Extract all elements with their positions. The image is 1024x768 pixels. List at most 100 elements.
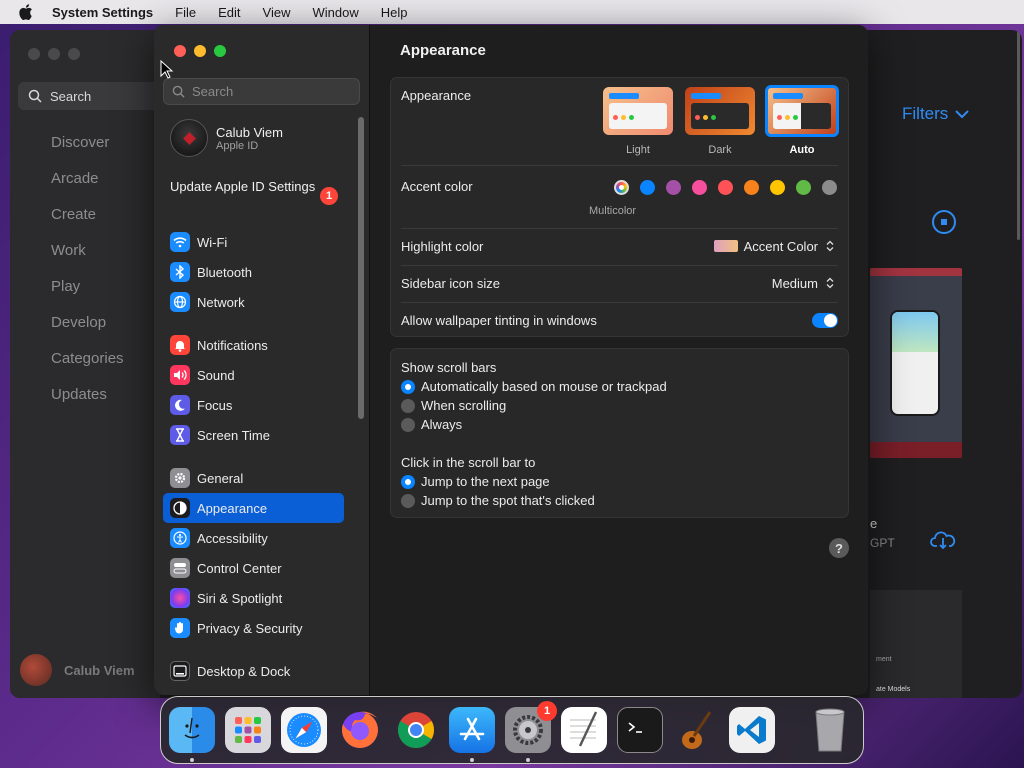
close-button[interactable] (174, 45, 186, 57)
sidebar-item-network[interactable]: Network (163, 287, 344, 317)
wallpaper-tinting-label: Allow wallpaper tinting in windows (401, 313, 597, 328)
sidebar-icon-size-value: Medium (771, 275, 818, 291)
sidebar-item-screen-time[interactable]: Screen Time (163, 420, 344, 450)
background-traffic-lights[interactable] (28, 48, 80, 60)
accent-swatch-orange[interactable] (744, 180, 759, 195)
highlight-color-popup[interactable]: Accent Color (713, 238, 836, 254)
background-nav-item[interactable]: Create (51, 206, 124, 242)
dock-finder[interactable] (169, 707, 215, 762)
sidebar-item-sound[interactable]: Sound (163, 360, 344, 390)
background-nav-item[interactable]: Work (51, 242, 124, 278)
menu-file[interactable]: File (164, 5, 207, 20)
radio-scroll-always[interactable]: Always (401, 417, 462, 432)
system-settings-window: Search Calub Viem Apple ID Update Apple … (154, 25, 868, 695)
sidebar-icon-size-label: Sidebar icon size (401, 276, 500, 291)
sidebar-item-bluetooth[interactable]: Bluetooth (163, 257, 344, 287)
sidebar-item-label: Privacy & Security (197, 620, 303, 636)
terminal-icon (628, 722, 642, 733)
accent-swatch-graphite[interactable] (822, 180, 837, 195)
wallpaper-tinting-toggle[interactable] (812, 313, 838, 328)
minimize-button[interactable] (194, 45, 206, 57)
background-user[interactable]: Calub Viem (20, 654, 135, 686)
highlight-color-value: Accent Color (743, 238, 818, 254)
dock-app-store[interactable] (449, 707, 495, 762)
background-scrollbar[interactable] (1017, 30, 1020, 240)
sidebar-item-label: Focus (197, 397, 233, 413)
accent-swatch-purple[interactable] (666, 180, 681, 195)
accent-swatch-pink[interactable] (692, 180, 707, 195)
click-scroll-bar-label: Click in the scroll bar to (401, 455, 536, 470)
sidebar-item-control-center[interactable]: Control Center (163, 553, 344, 583)
radio-button (401, 379, 415, 394)
radio-jump-next-page[interactable]: Jump to the next page (401, 474, 550, 489)
zoom-button[interactable] (214, 45, 226, 57)
hand-icon (170, 618, 190, 638)
sidebar-item-label: Desktop & Dock (197, 663, 291, 679)
sidebar-item-siri-spotlight[interactable]: Siri & Spotlight (163, 583, 344, 613)
help-button[interactable]: ? (829, 538, 849, 558)
apple-id-profile[interactable]: Calub Viem Apple ID (170, 119, 283, 157)
background-nav-item[interactable]: Develop (51, 314, 124, 350)
radio-button (401, 417, 415, 432)
appearance-dark-option[interactable] (685, 87, 755, 135)
sidebar-item-privacy-security[interactable]: Privacy & Security (163, 613, 344, 643)
stop-download-icon[interactable] (932, 210, 956, 234)
menu-window[interactable]: Window (301, 5, 369, 20)
radio-jump-to-spot[interactable]: Jump to the spot that's clicked (401, 493, 595, 508)
dock-vscode[interactable] (729, 707, 775, 753)
accent-swatch-multicolor[interactable] (614, 180, 629, 195)
radio-scroll-when-scrolling[interactable]: When scrolling (401, 398, 506, 413)
updown-chevron-icon (824, 275, 836, 291)
sidebar-scrollbar[interactable] (358, 117, 364, 419)
filters-button[interactable]: Filters (902, 104, 970, 124)
sidebar-item-notifications[interactable]: Notifications (163, 330, 344, 360)
background-search-field[interactable]: Search (18, 82, 168, 110)
background-nav-item[interactable]: Categories (51, 350, 124, 386)
sidebar-item-accessibility[interactable]: Accessibility (163, 523, 344, 553)
background-card[interactable]: ment ate Models (870, 590, 962, 698)
sidebar-item-focus[interactable]: Focus (163, 390, 344, 420)
dock-launchpad[interactable] (225, 707, 271, 753)
settings-sidebar: Search Calub Viem Apple ID Update Apple … (154, 25, 370, 695)
accessibility-icon (170, 528, 190, 548)
appearance-light-option[interactable] (603, 87, 673, 135)
update-apple-id-settings[interactable]: Update Apple ID Settings (170, 179, 340, 195)
sidebar-icon-size-popup[interactable]: Medium (772, 275, 836, 291)
sidebar-item-desktop-dock[interactable]: Desktop & Dock (163, 656, 344, 686)
menu-app-name[interactable]: System Settings (52, 5, 164, 20)
appearance-dark-label: Dark (708, 144, 732, 156)
app-screenshot-thumbnail (870, 268, 962, 458)
cloud-download-icon[interactable] (930, 530, 956, 553)
dock-safari[interactable] (281, 707, 327, 753)
dock-trash[interactable] (807, 707, 853, 753)
accent-swatch-yellow[interactable] (770, 180, 785, 195)
background-sidebar: Search Discover Arcade Create Work Play … (10, 30, 168, 698)
radio-scroll-automatic[interactable]: Automatically based on mouse or trackpad (401, 379, 667, 394)
background-nav-item[interactable]: Updates (51, 386, 124, 422)
appearance-auto-option[interactable] (765, 85, 839, 137)
sidebar-item-general[interactable]: General (163, 463, 344, 493)
sidebar-search-field[interactable]: Search (163, 78, 360, 105)
sidebar-item-appearance[interactable]: Appearance (163, 493, 344, 523)
dock-chrome[interactable] (393, 707, 439, 753)
accent-swatch-green[interactable] (796, 180, 811, 195)
background-nav: Discover Arcade Create Work Play Develop… (51, 134, 124, 422)
menu-help[interactable]: Help (370, 5, 419, 20)
sidebar-item-label: Bluetooth (197, 264, 252, 280)
menu-edit[interactable]: Edit (207, 5, 251, 20)
dock-garageband[interactable] (673, 707, 719, 753)
background-nav-item[interactable]: Discover (51, 134, 124, 170)
accent-swatch-blue[interactable] (640, 180, 655, 195)
background-nav-item[interactable]: Arcade (51, 170, 124, 206)
menu-view[interactable]: View (252, 5, 302, 20)
dock-system-settings[interactable]: 1 (505, 701, 557, 762)
dock-firefox[interactable] (337, 707, 383, 753)
accent-swatch-red[interactable] (718, 180, 733, 195)
sidebar-item-wifi[interactable]: Wi-Fi (163, 227, 344, 257)
background-nav-item[interactable]: Play (51, 278, 124, 314)
radio-button (401, 493, 415, 508)
apple-menu-icon[interactable] (0, 4, 52, 20)
dock-terminal[interactable] (617, 707, 663, 753)
sidebar-item-label: Sound (197, 367, 235, 383)
dock-textedit[interactable] (561, 707, 607, 753)
